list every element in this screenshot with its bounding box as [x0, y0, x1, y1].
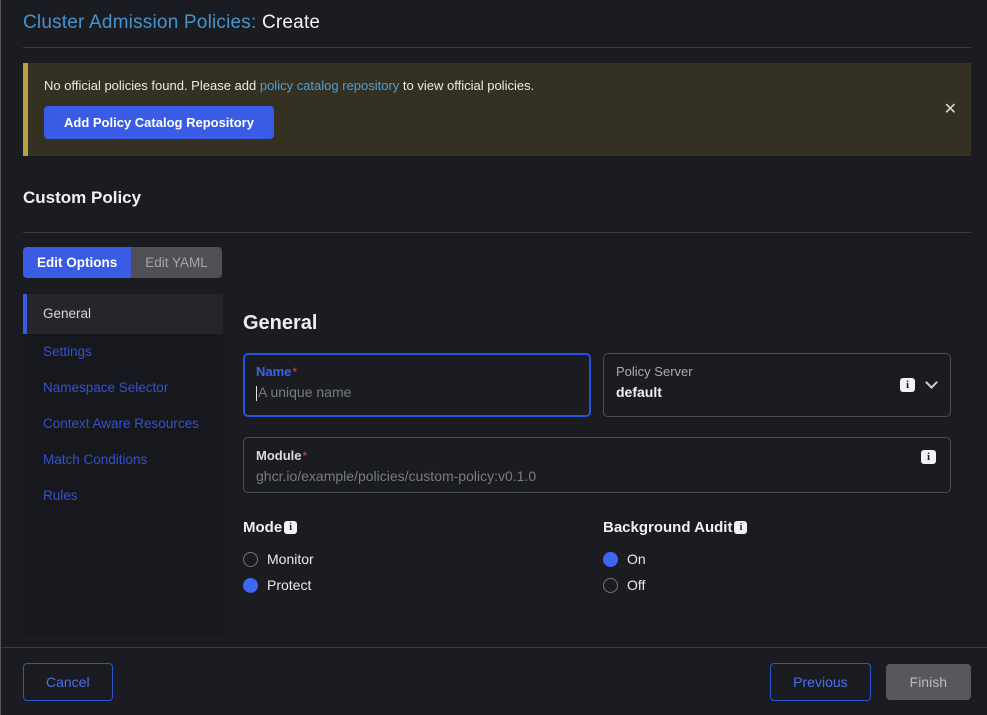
- previous-button[interactable]: Previous: [770, 663, 870, 701]
- page-title-prefix: Cluster Admission Policies:: [23, 12, 256, 33]
- page-title-action: Create: [262, 12, 320, 33]
- policy-catalog-repository-link[interactable]: policy catalog repository: [260, 78, 399, 93]
- section-divider: [23, 232, 971, 233]
- radio-selected-icon: [603, 552, 618, 567]
- name-placeholder: A unique name: [258, 384, 351, 400]
- info-icon[interactable]: i: [284, 521, 297, 534]
- radio-unselected-icon: [603, 578, 618, 593]
- required-marker: *: [303, 449, 308, 463]
- mode-option-protect[interactable]: Protect: [243, 577, 591, 593]
- page-title: Cluster Admission Policies: Create: [23, 12, 965, 34]
- policy-server-value: default: [616, 384, 662, 400]
- info-icon[interactable]: i: [734, 521, 747, 534]
- mode-label: Mode: [243, 519, 282, 536]
- tab-edit-options[interactable]: Edit Options: [23, 247, 131, 278]
- general-form: General Name* A unique name Policy Serve…: [243, 294, 951, 636]
- close-icon[interactable]: ✕: [944, 102, 957, 118]
- sidebar-item-settings[interactable]: Settings: [23, 334, 223, 370]
- policy-server-select[interactable]: Policy Server default i: [603, 353, 951, 417]
- header-divider: [23, 47, 971, 48]
- sidebar-item-match-conditions[interactable]: Match Conditions: [23, 442, 223, 478]
- module-label: Module: [256, 448, 302, 463]
- finish-button[interactable]: Finish: [886, 664, 971, 700]
- mode-group: Mode i Monitor Protect: [243, 519, 591, 603]
- module-placeholder: ghcr.io/example/policies/custom-policy:v…: [256, 468, 536, 484]
- sidebar-item-namespace-selector[interactable]: Namespace Selector: [23, 370, 223, 406]
- background-audit-label: Background Audit: [603, 519, 732, 536]
- background-audit-group: Background Audit i On Off: [603, 519, 951, 603]
- name-label: Name: [256, 364, 291, 379]
- mode-option-monitor[interactable]: Monitor: [243, 551, 591, 567]
- page-header: Cluster Admission Policies: Create: [1, 0, 987, 34]
- info-icon[interactable]: i: [900, 378, 915, 392]
- radio-unselected-icon: [243, 552, 258, 567]
- chevron-down-icon[interactable]: [925, 376, 938, 389]
- sidebar-item-rules[interactable]: Rules: [23, 478, 223, 514]
- required-marker: *: [292, 365, 297, 379]
- info-icon[interactable]: i: [921, 450, 936, 464]
- wizard-footer: Cancel Previous Finish: [1, 647, 987, 715]
- background-audit-option-off[interactable]: Off: [603, 577, 951, 593]
- name-input[interactable]: Name* A unique name: [243, 353, 591, 417]
- policy-sections-nav: General Settings Namespace Selector Cont…: [23, 294, 223, 636]
- tab-edit-yaml[interactable]: Edit YAML: [131, 247, 222, 278]
- custom-policy-heading: Custom Policy: [23, 188, 987, 208]
- text-cursor: [256, 386, 257, 401]
- sidebar-item-context-aware-resources[interactable]: Context Aware Resources: [23, 406, 223, 442]
- add-policy-catalog-repository-button[interactable]: Add Policy Catalog Repository: [44, 106, 274, 139]
- policy-server-label: Policy Server: [616, 364, 693, 379]
- form-section-heading: General: [243, 312, 951, 335]
- cancel-button[interactable]: Cancel: [23, 663, 113, 701]
- radio-selected-icon: [243, 578, 258, 593]
- edit-mode-tabs: Edit Options Edit YAML: [23, 247, 222, 278]
- sidebar-item-general[interactable]: General: [23, 294, 223, 334]
- warning-banner: No official policies found. Please add p…: [23, 63, 971, 156]
- banner-message: No official policies found. Please add p…: [44, 78, 931, 93]
- background-audit-option-on[interactable]: On: [603, 551, 951, 567]
- module-input[interactable]: Module* ghcr.io/example/policies/custom-…: [243, 437, 951, 493]
- policy-editor: General Settings Namespace Selector Cont…: [23, 294, 971, 636]
